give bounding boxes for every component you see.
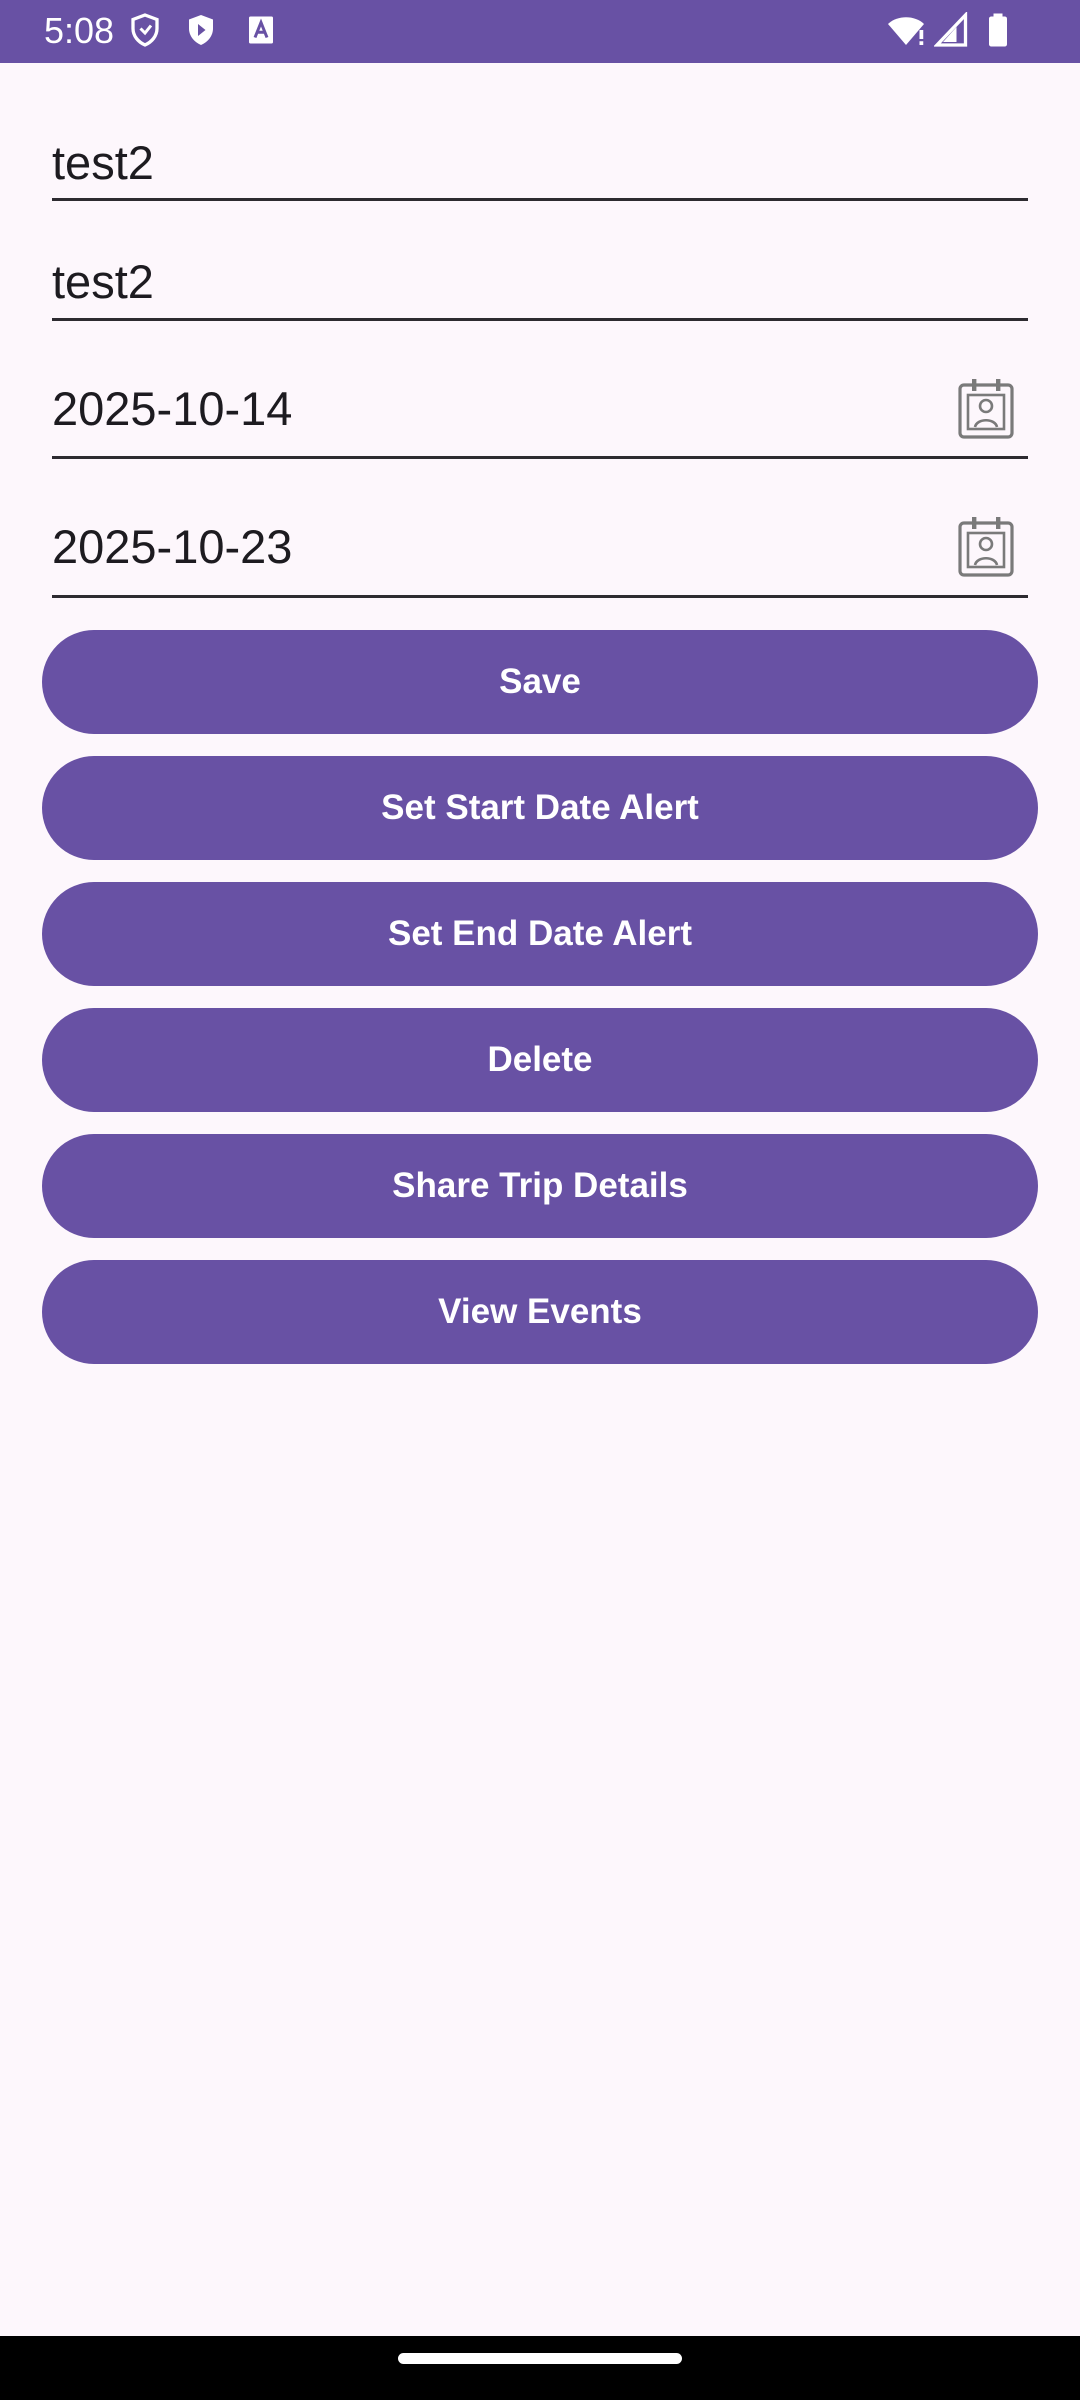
navigation-bar: [0, 2336, 1080, 2400]
end-date-value: 2025-10-23: [52, 520, 293, 573]
set-start-date-alert-button[interactable]: Set Start Date Alert: [42, 756, 1038, 860]
keyboard-a-icon: [249, 16, 273, 44]
set-end-date-alert-button[interactable]: Set End Date Alert: [42, 882, 1038, 986]
view-events-button[interactable]: View Events: [42, 1260, 1038, 1364]
home-gesture-handle[interactable]: [398, 2353, 682, 2364]
trip-name-value: test2: [52, 136, 154, 189]
end-date-field[interactable]: 2025-10-23: [52, 510, 1028, 598]
status-time: 5:08: [44, 10, 115, 51]
shield-outline-icon: [131, 13, 159, 47]
save-button[interactable]: Save: [42, 630, 1038, 734]
calendar-contact-icon[interactable]: [958, 377, 1014, 439]
wifi-icon: [888, 17, 924, 45]
calendar-contact-icon[interactable]: [958, 515, 1014, 577]
trip-destination-field[interactable]: test2: [52, 248, 1028, 321]
status-bar: 5:08: [0, 0, 1080, 63]
share-trip-details-button[interactable]: Share Trip Details: [42, 1134, 1038, 1238]
play-shield-icon: [189, 15, 213, 45]
cell-signal-icon: [934, 12, 968, 47]
start-date-value: 2025-10-14: [52, 382, 293, 435]
start-date-field[interactable]: 2025-10-14: [52, 372, 1028, 459]
battery-icon: [989, 13, 1007, 47]
delete-button[interactable]: Delete: [42, 1008, 1038, 1112]
trip-destination-value: test2: [52, 255, 154, 308]
trip-name-field[interactable]: test2: [52, 130, 1028, 201]
